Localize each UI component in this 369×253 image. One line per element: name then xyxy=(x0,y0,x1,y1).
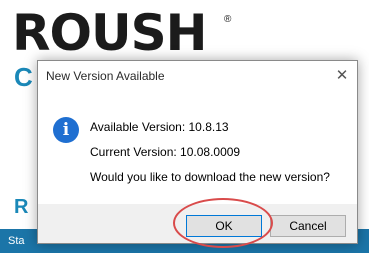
registered-mark: ® xyxy=(224,14,232,25)
close-icon[interactable]: ✕ xyxy=(331,65,353,87)
cancel-button[interactable]: Cancel xyxy=(270,215,346,237)
current-version-text: Current Version: 10.08.0009 xyxy=(90,145,241,159)
background-text-partial: R xyxy=(14,196,29,218)
background-heading-partial: C xyxy=(14,62,33,92)
available-version-text: Available Version: 10.8.13 xyxy=(90,120,229,134)
status-text: Sta xyxy=(8,235,25,247)
info-icon: i xyxy=(53,117,79,143)
roush-logo: ROUSH xyxy=(12,4,207,62)
ok-button[interactable]: OK xyxy=(186,215,262,237)
download-question-text: Would you like to download the new versi… xyxy=(90,170,330,184)
dialog-title: New Version Available xyxy=(46,69,165,83)
dialog-titlebar: New Version Available ✕ xyxy=(38,61,357,91)
new-version-dialog: New Version Available ✕ i Available Vers… xyxy=(37,60,358,244)
dialog-content: i Available Version: 10.8.13 Current Ver… xyxy=(38,91,357,204)
dialog-button-bar: OK Cancel xyxy=(38,204,357,243)
